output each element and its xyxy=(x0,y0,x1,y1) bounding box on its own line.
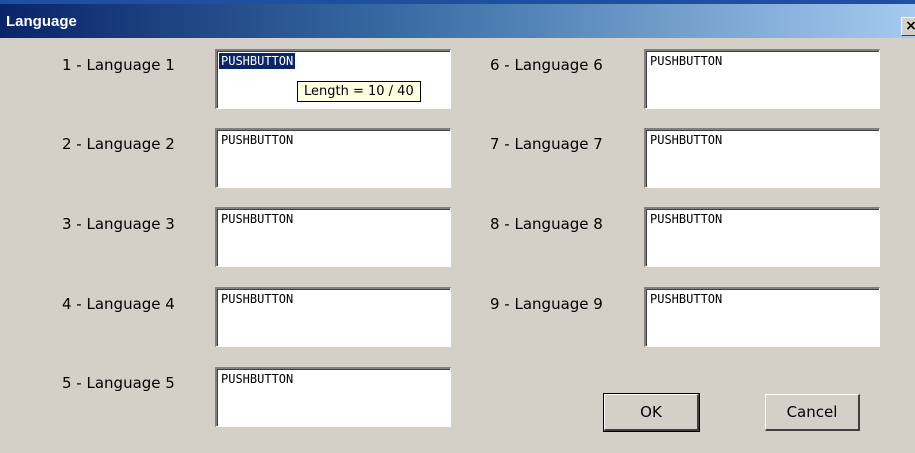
language-6-value: PUSHBUTTON xyxy=(650,54,723,68)
language-7-field[interactable]: PUSHBUTTON xyxy=(644,128,880,188)
language-7-label: 7 - Language 7 xyxy=(490,135,603,153)
title-bar: Language × xyxy=(0,4,915,38)
language-8-label: 8 - Language 8 xyxy=(490,215,603,233)
language-2-label: 2 - Language 2 xyxy=(62,135,175,153)
language-9-field[interactable]: PUSHBUTTON xyxy=(644,287,880,347)
language-4-label: 4 - Language 4 xyxy=(62,295,175,313)
language-5-label: 5 - Language 5 xyxy=(62,374,175,392)
language-9-value: PUSHBUTTON xyxy=(650,292,723,306)
cancel-button[interactable]: Cancel xyxy=(765,394,860,431)
window-title: Language xyxy=(6,13,77,30)
language-1-label: 1 - Language 1 xyxy=(62,56,175,74)
language-6-label: 6 - Language 6 xyxy=(490,56,603,74)
language-4-value: PUSHBUTTON xyxy=(221,292,294,306)
language-2-field[interactable]: PUSHBUTTON xyxy=(215,128,451,188)
length-tooltip: Length = 10 / 40 xyxy=(297,81,421,102)
language-1-field[interactable]: PUSHBUTTON Length = 10 / 40 xyxy=(215,49,451,109)
language-7-value: PUSHBUTTON xyxy=(650,133,723,147)
ok-button[interactable]: OK xyxy=(603,393,700,432)
close-icon: × xyxy=(905,18,915,34)
close-button[interactable]: × xyxy=(901,17,915,36)
language-3-value: PUSHBUTTON xyxy=(221,212,294,226)
language-9-label: 9 - Language 9 xyxy=(490,295,603,313)
language-4-field[interactable]: PUSHBUTTON xyxy=(215,287,451,347)
language-2-value: PUSHBUTTON xyxy=(221,133,294,147)
language-5-value: PUSHBUTTON xyxy=(221,372,294,386)
language-3-label: 3 - Language 3 xyxy=(62,215,175,233)
language-8-value: PUSHBUTTON xyxy=(650,212,723,226)
language-6-field[interactable]: PUSHBUTTON xyxy=(644,49,880,109)
language-5-field[interactable]: PUSHBUTTON xyxy=(215,367,451,427)
language-3-field[interactable]: PUSHBUTTON xyxy=(215,207,451,267)
language-1-value: PUSHBUTTON xyxy=(219,53,296,69)
language-8-field[interactable]: PUSHBUTTON xyxy=(644,207,880,267)
